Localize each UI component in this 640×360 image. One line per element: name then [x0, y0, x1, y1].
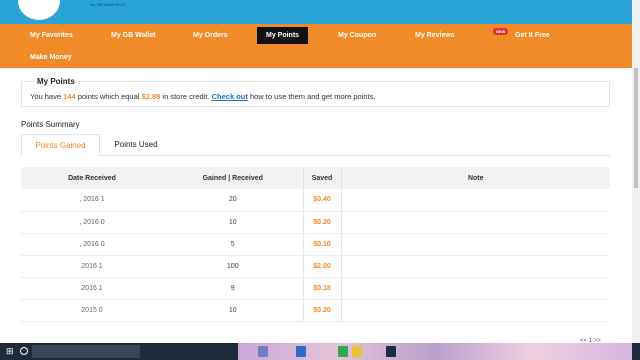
nav-get-it-free[interactable]: Get It Free: [515, 32, 550, 39]
row-note: [341, 189, 610, 212]
row-gained: 5: [163, 233, 304, 256]
table-row: , 2016 0 10 $0.20: [21, 211, 610, 234]
nav-my-favorites[interactable]: My Favorites: [30, 32, 73, 39]
taskbar-app-icon[interactable]: [386, 346, 396, 357]
row-date: 2016 1: [21, 255, 163, 278]
row-note: [341, 277, 610, 300]
row-gained: 9: [163, 277, 304, 300]
row-gained: 100: [163, 255, 304, 278]
row-date: 2016 1: [21, 277, 163, 300]
tab-points-gained[interactable]: Points Gained: [21, 134, 100, 156]
row-saved: $0.40: [303, 189, 342, 212]
row-saved: $2.00: [303, 255, 342, 278]
nav-make-money[interactable]: Make Money: [30, 54, 72, 61]
taskbar-app-icon[interactable]: [352, 346, 362, 357]
row-date: , 2016 1: [21, 189, 163, 212]
row-note: [341, 255, 610, 278]
points-mid2: in store credit.: [162, 92, 210, 101]
nav-my-orders[interactable]: My Orders: [193, 32, 228, 39]
table-row: 2016 1 100 $2.00: [21, 255, 610, 278]
row-date: 2015 0: [21, 299, 163, 322]
row-saved: $0.20: [303, 299, 342, 322]
header-wallet-text: My GB Wallet $0.00: [90, 2, 126, 7]
nav-my-coupon[interactable]: My Coupon: [338, 32, 376, 39]
col-date-received: Date Received: [21, 167, 163, 189]
table-header-row: Date Received Gained | Received Saved No…: [21, 167, 610, 189]
cortana-icon[interactable]: [20, 347, 28, 355]
col-note: Note: [341, 167, 610, 189]
row-date: , 2016 0: [21, 233, 163, 256]
points-tabs: Points Gained Points Used: [21, 134, 610, 156]
table-row: , 2016 1 20 $0.40: [21, 189, 610, 212]
table-row: , 2016 0 5 $0.10: [21, 233, 610, 256]
taskbar-search-box[interactable]: [32, 345, 140, 358]
row-gained: 10: [163, 211, 304, 234]
store-credit-value: $2.88: [141, 92, 161, 101]
tab-points-used[interactable]: Points Used: [103, 134, 169, 156]
scrollbar-thumb[interactable]: [634, 68, 638, 188]
row-gained: 10: [163, 299, 304, 322]
points-suffix: how to use them and get more points.: [249, 92, 376, 101]
row-date: , 2016 0: [21, 211, 163, 234]
points-summary-title: Points Summary: [21, 120, 80, 129]
windows-taskbar: ⊞: [0, 343, 640, 360]
col-saved: Saved: [303, 167, 342, 189]
row-saved: $0.20: [303, 211, 342, 234]
account-nav: My Favorites My GB Wallet My Orders My P…: [0, 24, 632, 68]
taskbar-chrome-icon[interactable]: [338, 346, 348, 357]
new-badge: NEW: [493, 28, 509, 35]
row-note: [341, 299, 610, 322]
row-saved: $0.18: [303, 277, 342, 300]
row-note: [341, 211, 610, 234]
table-row: 2015 0 10 $0.20: [21, 299, 610, 322]
points-summary-text: You have 144 points which equal $2.88 in…: [30, 92, 375, 101]
row-gained: 20: [163, 189, 304, 212]
check-out-link[interactable]: Check out: [212, 92, 248, 101]
page-scrollbar[interactable]: [632, 0, 640, 343]
my-points-box: My Points You have 144 points which equa…: [21, 77, 610, 107]
points-prefix: You have: [30, 92, 62, 101]
row-note: [341, 233, 610, 256]
nav-my-points[interactable]: My Points: [257, 27, 309, 44]
nav-my-gb-wallet[interactable]: My GB Wallet: [111, 32, 155, 39]
points-table: Date Received Gained | Received Saved No…: [21, 167, 610, 322]
site-header: My GB Wallet $0.00: [0, 0, 632, 24]
points-count: 144: [63, 92, 76, 101]
nav-my-reviews[interactable]: My Reviews: [415, 32, 455, 39]
points-mid: points which equal: [77, 92, 140, 101]
table-row: 2016 1 9 $0.18: [21, 277, 610, 300]
taskbar-app-icon[interactable]: [296, 346, 306, 357]
row-saved: $0.10: [303, 233, 342, 256]
my-points-legend: My Points: [34, 77, 78, 86]
taskbar-app-icon[interactable]: [258, 346, 268, 357]
windows-start-icon[interactable]: ⊞: [6, 347, 15, 356]
avatar[interactable]: [18, 0, 60, 20]
col-gained-received: Gained | Received: [163, 167, 304, 189]
